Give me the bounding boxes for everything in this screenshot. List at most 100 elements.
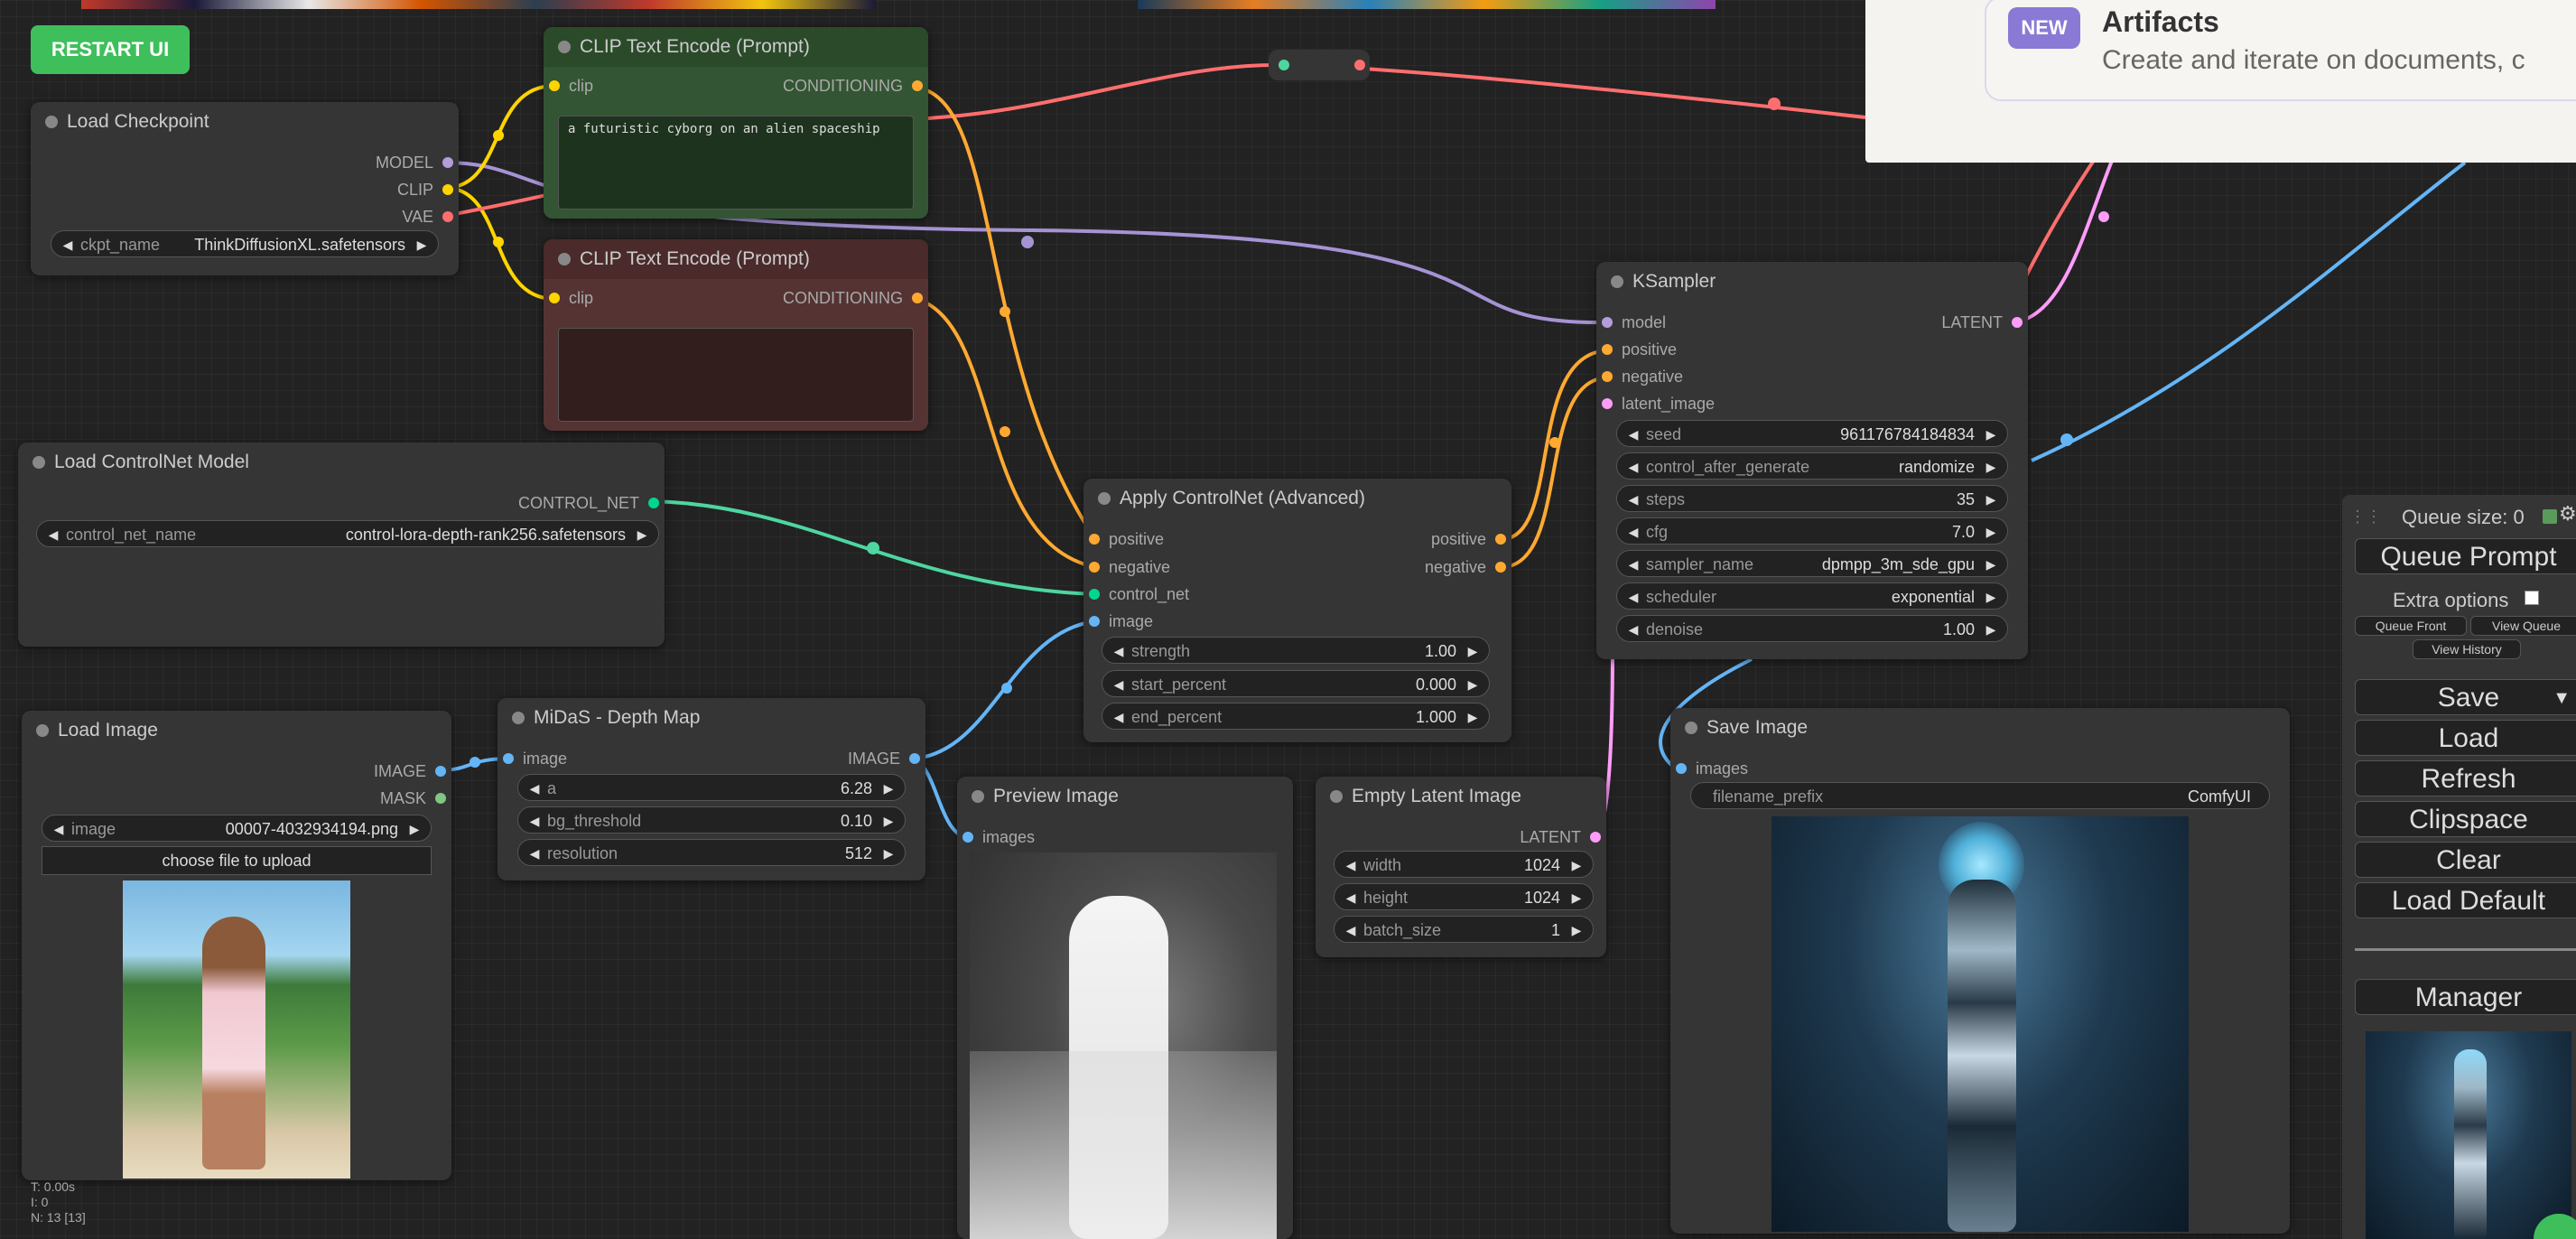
- node-title-bar[interactable]: Empty Latent Image: [1316, 777, 1606, 816]
- collapse-dot-icon[interactable]: [1098, 492, 1111, 505]
- widget-strength[interactable]: ◀ strength 1.00 ▶: [1102, 637, 1490, 664]
- widget-control-after-generate[interactable]: ◀ control_after_generate randomize ▶: [1616, 452, 2008, 480]
- arrow-left-icon[interactable]: ◀: [59, 231, 77, 258]
- output-image[interactable]: IMAGE: [307, 758, 451, 785]
- arrow-left-icon[interactable]: ◀: [1110, 638, 1128, 665]
- arrow-right-icon[interactable]: ▶: [1567, 884, 1586, 911]
- widget-width[interactable]: ◀ width 1024 ▶: [1334, 851, 1594, 878]
- slot-dot-icon[interactable]: [435, 766, 446, 777]
- collapse-dot-icon[interactable]: [558, 253, 571, 266]
- output-vae[interactable]: VAE: [278, 203, 459, 230]
- input-control-net[interactable]: control_net: [1083, 581, 1228, 608]
- collapse-dot-icon[interactable]: [972, 790, 984, 803]
- input-clip[interactable]: clip: [544, 72, 652, 99]
- widget-bg-threshold[interactable]: ◀ bg_threshold 0.10 ▶: [517, 806, 906, 834]
- node-clip-text-encode-positive[interactable]: CLIP Text Encode (Prompt) clip CONDITION…: [544, 27, 928, 219]
- node-clip-text-encode-negative[interactable]: CLIP Text Encode (Prompt) clip CONDITION…: [544, 239, 928, 431]
- slot-dot-icon[interactable]: [549, 80, 560, 91]
- node-preview-image[interactable]: Preview Image images: [957, 777, 1293, 1239]
- widget-seed[interactable]: ◀ seed 961176784184834 ▶: [1616, 420, 2008, 447]
- slot-dot-icon[interactable]: [503, 753, 514, 764]
- arrow-right-icon[interactable]: ▶: [1982, 583, 2000, 610]
- arrow-right-icon[interactable]: ▶: [1464, 671, 1482, 698]
- arrow-left-icon[interactable]: ◀: [1342, 852, 1360, 879]
- slot-dot-icon[interactable]: [435, 793, 446, 804]
- widget-batch-size[interactable]: ◀ batch_size 1 ▶: [1334, 916, 1594, 943]
- refresh-button[interactable]: Refresh: [2355, 760, 2576, 796]
- widget-cfg[interactable]: ◀ cfg 7.0 ▶: [1616, 517, 2008, 545]
- node-title-bar[interactable]: Apply ControlNet (Advanced): [1083, 479, 1511, 518]
- arrow-right-icon[interactable]: ▶: [1982, 518, 2000, 545]
- arrow-left-icon[interactable]: ◀: [1342, 917, 1360, 944]
- node-save-image[interactable]: Save Image images filename_prefix ComfyUI: [1670, 708, 2290, 1234]
- widget-filename-prefix[interactable]: filename_prefix ComfyUI: [1690, 782, 2270, 809]
- slot-dot-icon[interactable]: [912, 80, 923, 91]
- arrow-left-icon[interactable]: ◀: [1624, 583, 1642, 610]
- arrow-right-icon[interactable]: ▶: [633, 521, 651, 548]
- output-control-net[interactable]: CONTROL_NET: [430, 489, 665, 517]
- node-apply-controlnet[interactable]: Apply ControlNet (Advanced) positive neg…: [1083, 479, 1511, 742]
- output-latent[interactable]: LATENT: [1462, 824, 1606, 851]
- input-latent-image[interactable]: latent_image: [1596, 390, 1759, 417]
- node-load-checkpoint[interactable]: Load Checkpoint MODEL CLIP VAE ◀ ckpt_na…: [31, 102, 459, 275]
- output-conditioning[interactable]: CONDITIONING: [711, 72, 928, 99]
- arrow-left-icon[interactable]: ◀: [525, 840, 544, 867]
- node-title-bar[interactable]: Load Checkpoint: [31, 102, 459, 142]
- widget-start-percent[interactable]: ◀ start_percent 0.000 ▶: [1102, 670, 1490, 697]
- prompt-textarea[interactable]: a futuristic cyborg on an alien spaceshi…: [558, 116, 914, 210]
- input-positive[interactable]: positive: [1083, 526, 1228, 553]
- node-title-bar[interactable]: Save Image: [1670, 708, 2290, 748]
- load-default-button[interactable]: Load Default: [2355, 882, 2576, 918]
- input-positive[interactable]: positive: [1596, 336, 1759, 363]
- slot-dot-icon[interactable]: [1590, 832, 1601, 843]
- output-image[interactable]: IMAGE: [799, 745, 925, 772]
- choose-file-button[interactable]: choose file to upload: [42, 846, 432, 875]
- collapse-dot-icon[interactable]: [1611, 275, 1623, 288]
- input-clip[interactable]: clip: [544, 284, 652, 312]
- clear-button[interactable]: Clear: [2355, 842, 2576, 878]
- widget-end-percent[interactable]: ◀ end_percent 1.000 ▶: [1102, 703, 1490, 730]
- dropdown-arrow-icon[interactable]: ▼: [2553, 680, 2571, 716]
- input-image[interactable]: image: [498, 745, 624, 772]
- node-title-bar[interactable]: KSampler: [1596, 262, 2028, 302]
- output-mask[interactable]: MASK: [307, 785, 451, 812]
- slot-dot-icon[interactable]: [1602, 317, 1613, 328]
- arrow-right-icon[interactable]: ▶: [1982, 421, 2000, 448]
- node-title-bar[interactable]: CLIP Text Encode (Prompt): [544, 27, 928, 67]
- queue-thumbnail[interactable]: [2366, 1031, 2571, 1239]
- slot-dot-icon[interactable]: [1602, 371, 1613, 382]
- slot-dot-icon[interactable]: [909, 753, 920, 764]
- save-queue-icon[interactable]: [2543, 509, 2557, 524]
- arrow-left-icon[interactable]: ◀: [1624, 518, 1642, 545]
- input-images[interactable]: images: [957, 824, 1083, 851]
- load-button[interactable]: Load: [2355, 720, 2576, 756]
- widget-scheduler[interactable]: ◀ scheduler exponential ▶: [1616, 582, 2008, 610]
- arrow-left-icon[interactable]: ◀: [525, 807, 544, 834]
- arrow-right-icon[interactable]: ▶: [879, 840, 897, 867]
- widget-height[interactable]: ◀ height 1024 ▶: [1334, 883, 1594, 910]
- arrow-right-icon[interactable]: ▶: [879, 775, 897, 802]
- slot-dot-icon[interactable]: [1602, 344, 1613, 355]
- widget-sampler-name[interactable]: ◀ sampler_name dpmpp_3m_sde_gpu ▶: [1616, 550, 2008, 577]
- extra-options-checkbox[interactable]: [2525, 591, 2539, 605]
- arrow-right-icon[interactable]: ▶: [1982, 616, 2000, 643]
- output-latent[interactable]: LATENT: [1865, 309, 2028, 336]
- input-images[interactable]: images: [1670, 755, 1797, 782]
- collapse-dot-icon[interactable]: [1330, 790, 1343, 803]
- widget-a[interactable]: ◀ a 6.28 ▶: [517, 774, 906, 801]
- widget-control-net-name[interactable]: ◀ control_net_name control-lora-depth-ra…: [36, 520, 659, 547]
- slot-dot-icon[interactable]: [1676, 763, 1687, 774]
- node-ksampler[interactable]: KSampler model positive negative latent_…: [1596, 262, 2028, 659]
- collapse-dot-icon[interactable]: [36, 724, 49, 737]
- slot-dot-icon[interactable]: [1495, 562, 1506, 573]
- node-title-bar[interactable]: Load ControlNet Model: [18, 442, 665, 482]
- view-queue-button[interactable]: View Queue: [2470, 616, 2576, 636]
- arrow-left-icon[interactable]: ◀: [1110, 703, 1128, 731]
- manager-button[interactable]: Manager: [2355, 979, 2576, 1015]
- collapse-dot-icon[interactable]: [1685, 722, 1697, 734]
- widget-denoise[interactable]: ◀ denoise 1.00 ▶: [1616, 615, 2008, 642]
- slot-dot-icon[interactable]: [1089, 616, 1100, 627]
- input-negative[interactable]: negative: [1596, 363, 1759, 390]
- arrow-right-icon[interactable]: ▶: [1982, 453, 2000, 480]
- settings-gear-icon[interactable]: ⚙: [2559, 502, 2576, 526]
